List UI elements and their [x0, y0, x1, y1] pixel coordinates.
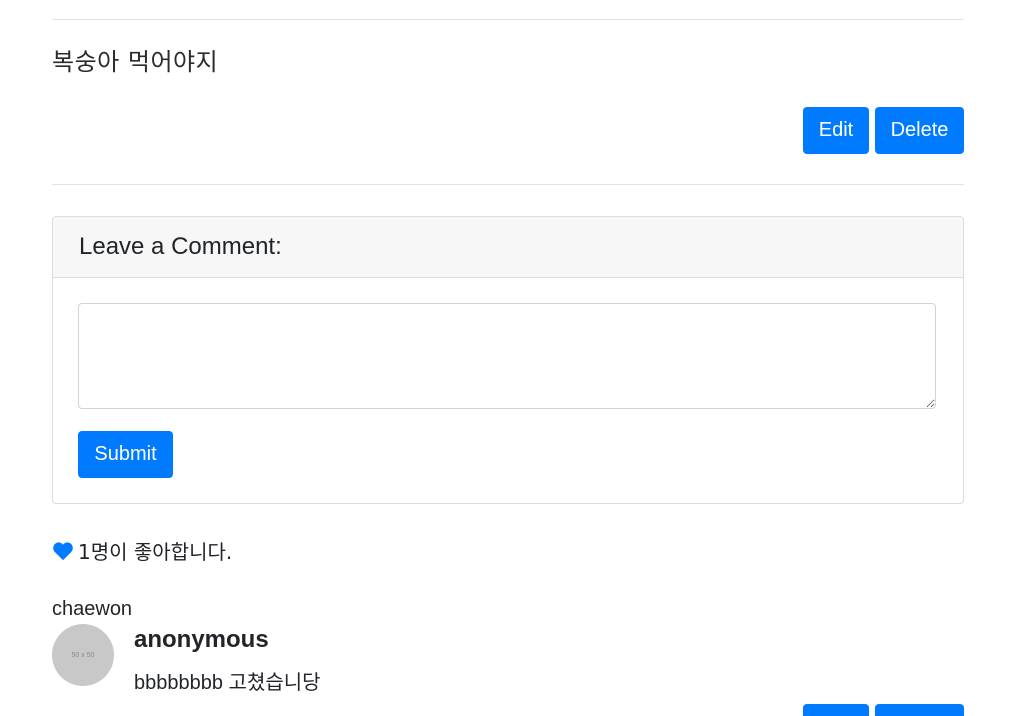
avatar: 50 x 50 — [52, 624, 114, 686]
divider — [52, 19, 964, 20]
divider — [52, 184, 964, 185]
comment-textarea[interactable] — [78, 303, 936, 409]
comment-edit-button[interactable] — [803, 704, 869, 716]
post-content: 복숭아 먹어야지 — [52, 48, 219, 76]
avatar-placeholder-text: 50 x 50 — [71, 651, 95, 659]
likes-row: 1명이 좋아합니다. — [52, 536, 232, 565]
comment-form-title: Leave a Comment: — [79, 233, 282, 260]
edit-button[interactable]: Edit — [803, 107, 869, 154]
post-detail-page: 복숭아 먹어야지 Edit Delete Leave a Comment: Su… — [0, 0, 1016, 716]
comment-form-header: Leave a Comment: — [53, 217, 963, 278]
comment-text: bbbbbbbb 고쳤습니당 — [134, 672, 321, 694]
submit-button[interactable]: Submit — [78, 431, 173, 478]
delete-button[interactable]: Delete — [875, 107, 964, 154]
heart-icon[interactable] — [52, 541, 74, 561]
likes-count-text: 1명이 좋아합니다. — [78, 540, 233, 564]
comment-delete-button[interactable] — [875, 704, 964, 716]
comment-author: chaewon — [52, 598, 133, 620]
comment-name: anonymous — [134, 626, 269, 653]
comment-form-card: Leave a Comment: Submit — [52, 216, 964, 504]
